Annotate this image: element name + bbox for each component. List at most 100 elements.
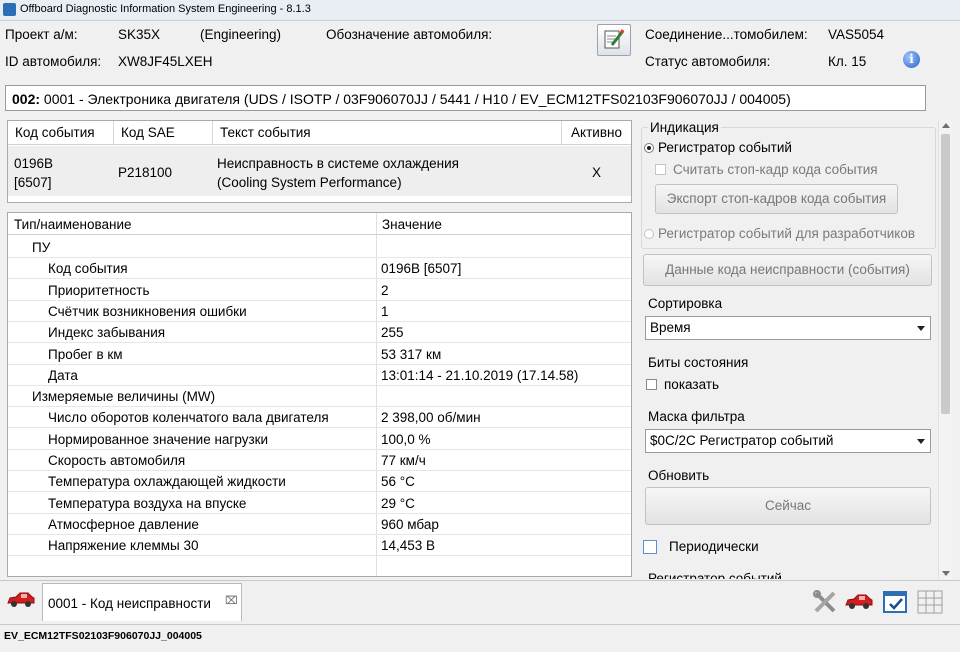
edit-designation-button[interactable] bbox=[597, 24, 631, 56]
event-code-line1: 0196B bbox=[14, 156, 54, 171]
detail-value: 29 °C bbox=[381, 495, 415, 511]
scroll-up-icon[interactable] bbox=[942, 123, 950, 128]
filter-mask-label: Маска фильтра bbox=[648, 409, 745, 424]
event-recorder-cut-wrap: Регистратор событий bbox=[641, 570, 935, 579]
project-mode: (Engineering) bbox=[200, 27, 282, 42]
status-bar: EV_ECM12TFS02103F906070JJ_004005 bbox=[0, 624, 960, 652]
active-cell: X bbox=[592, 165, 602, 180]
show-status-bits-checkbox[interactable]: показать bbox=[646, 377, 719, 392]
dev-event-recorder-radio[interactable]: Регистратор событий для разработчиков bbox=[644, 226, 915, 241]
event-text-line2: (Cooling System Performance) bbox=[217, 175, 402, 190]
info-icon[interactable]: i bbox=[903, 51, 920, 68]
status-text: EV_ECM12TFS02103F906070JJ_004005 bbox=[4, 630, 202, 642]
detail-value: 53 317 км bbox=[381, 346, 442, 362]
table-row[interactable]: Код события 0196B [6507] bbox=[8, 258, 631, 280]
col-event-code[interactable]: Код события bbox=[8, 121, 114, 145]
vehicle-status-value: Кл. 15 bbox=[828, 54, 867, 69]
detail-value: 0196B [6507] bbox=[381, 261, 462, 277]
table-row[interactable]: Пробег в км 53 317 км bbox=[8, 344, 631, 365]
detail-name: Температура охлаждающей жидкости bbox=[48, 474, 286, 490]
details-table: Тип/наименование Значение ПУ Код события 0… bbox=[7, 212, 632, 577]
detail-name: Скорость автомобиля bbox=[48, 453, 186, 468]
table-row[interactable]: Атмосферное давление 960 мбар bbox=[8, 514, 631, 535]
grid-icon[interactable] bbox=[916, 588, 944, 616]
read-freeze-frame-checkbox[interactable]: Считать стоп-кадр кода события bbox=[655, 162, 878, 177]
detail-value: 13:01:14 - 21.10.2019 (17.14.58) bbox=[381, 367, 579, 383]
detail-name: Нормированное значение нагрузки bbox=[48, 431, 269, 447]
table-row[interactable]: Счётчик возникновения ошибки 1 bbox=[8, 301, 631, 322]
table-row[interactable]: Приоритетность 2 bbox=[8, 280, 631, 301]
table-row[interactable]: Нормированное значение нагрузки 100,0 % bbox=[8, 429, 631, 450]
detail-name: Измеряемые величины (MW) bbox=[32, 389, 216, 405]
sorting-select[interactable]: Время bbox=[645, 316, 931, 340]
detail-value: 100,0 % bbox=[381, 431, 431, 447]
event-recorder-cut-label: Регистратор событий bbox=[648, 571, 782, 579]
table-row[interactable]: 0196B [6507] P218100 Неисправность в сис… bbox=[8, 146, 631, 196]
table-row[interactable]: Измеряемые величины (MW) bbox=[8, 386, 631, 408]
right-panel-scrollbar[interactable] bbox=[938, 120, 952, 579]
fault-code-data-button[interactable]: Данные кода неисправности (события) bbox=[643, 254, 932, 286]
checklist-icon[interactable] bbox=[881, 588, 909, 616]
indication-label: Индикация bbox=[648, 120, 721, 135]
periodic-checkbox[interactable]: Периодически bbox=[643, 539, 759, 554]
edit-icon bbox=[604, 29, 625, 49]
show-label: показать bbox=[664, 377, 719, 392]
detail-name: Число оборотов коленчатого вала двигател… bbox=[48, 410, 329, 426]
checkbox-icon bbox=[655, 164, 666, 175]
event-recorder-radio[interactable]: Регистратор событий bbox=[644, 140, 792, 155]
table-row[interactable]: Индекс забывания 255 bbox=[8, 322, 631, 344]
detail-name: Атмосферное давление bbox=[48, 516, 199, 532]
checkbox-icon bbox=[643, 540, 657, 554]
update-now-button[interactable]: Сейчас bbox=[645, 487, 931, 525]
detail-name: Напряжение клеммы 30 bbox=[48, 538, 199, 554]
table-row[interactable]: Температура воздуха на впуске 29 °C bbox=[8, 493, 631, 514]
event-recorder-label: Регистратор событий bbox=[658, 140, 792, 155]
scroll-thumb[interactable] bbox=[941, 134, 950, 414]
periodic-label: Периодически bbox=[669, 539, 759, 554]
checkbox-icon bbox=[646, 379, 657, 390]
col-sae-code[interactable]: Код SAE bbox=[114, 121, 213, 145]
event-table: Код события Код SAE Текст события Активн… bbox=[7, 120, 632, 203]
tools-icon[interactable] bbox=[812, 589, 838, 615]
scroll-down-icon[interactable] bbox=[942, 571, 950, 576]
detail-name: Приоритетность bbox=[48, 282, 150, 298]
table-row[interactable]: Напряжение клеммы 30 14,453 В bbox=[8, 535, 631, 557]
empty-row bbox=[8, 557, 631, 577]
col-active[interactable]: Активно bbox=[562, 121, 631, 145]
chevron-down-icon bbox=[917, 326, 925, 331]
read-freeze-frame-label: Считать стоп-кадр кода события bbox=[673, 162, 878, 177]
tab-bar: 0001 - Код неисправности ⌧ bbox=[0, 580, 960, 623]
sorting-value: Время bbox=[650, 320, 691, 335]
export-freeze-frames-button[interactable]: Экспорт стоп-кадров кода события bbox=[655, 184, 898, 214]
radio-selected-icon bbox=[644, 143, 654, 153]
event-text-line1: Неисправность в системе охлаждения bbox=[217, 156, 459, 171]
table-row[interactable]: Число оборотов коленчатого вала двигател… bbox=[8, 407, 631, 429]
detail-name: Дата bbox=[48, 367, 78, 383]
sorting-label: Сортировка bbox=[648, 296, 723, 311]
table-row[interactable]: Скорость автомобиля 77 км/ч bbox=[8, 450, 631, 471]
ecu-number: 002: bbox=[12, 91, 41, 107]
tab-fault-code[interactable]: 0001 - Код неисправности ⌧ bbox=[42, 583, 242, 621]
connection-label: Соединение...томобилем: bbox=[645, 27, 808, 42]
car-icon[interactable] bbox=[844, 593, 874, 611]
window-title: Offboard Diagnostic Information System E… bbox=[20, 3, 311, 15]
col-event-text[interactable]: Текст события bbox=[213, 121, 562, 145]
radio-icon bbox=[644, 229, 654, 239]
table-row[interactable]: ПУ bbox=[8, 237, 631, 258]
close-icon[interactable]: ⌧ bbox=[225, 594, 238, 607]
filter-mask-select[interactable]: $0C/2C Регистратор событий bbox=[645, 429, 931, 453]
col-type-name: Тип/наименование bbox=[8, 213, 376, 235]
ecu-description: 0001 - Электроника двигателя (UDS / ISOT… bbox=[40, 91, 791, 107]
event-code-line2: [6507] bbox=[14, 175, 52, 190]
vehicle-designation-label: Обозначение автомобиля: bbox=[326, 27, 493, 42]
sae-code-cell: P218100 bbox=[118, 165, 173, 180]
detail-value: 56 °C bbox=[381, 474, 415, 490]
table-row[interactable]: Температура охлаждающей жидкости 56 °C bbox=[8, 471, 631, 493]
vehicle-status-label: Статус автомобиля: bbox=[645, 54, 771, 69]
project-label: Проект а/м: bbox=[5, 27, 78, 42]
car-icon[interactable] bbox=[6, 591, 36, 609]
detail-value: 1 bbox=[381, 303, 389, 319]
connection-value: VAS5054 bbox=[828, 27, 885, 42]
table-row[interactable]: Дата 13:01:14 - 21.10.2019 (17.14.58) bbox=[8, 365, 631, 386]
detail-name: Пробег в км bbox=[48, 346, 123, 362]
